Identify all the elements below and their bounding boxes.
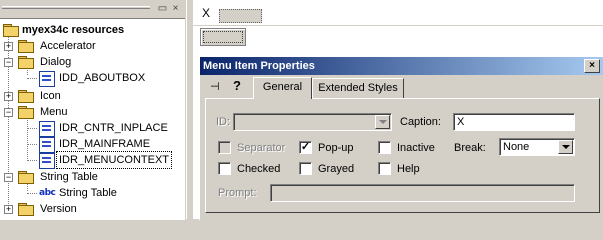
tree-item-version[interactable]: + Version xyxy=(0,201,185,217)
menu-item-properties-dialog: Menu Item Properties × ⊣ ? General Exten… xyxy=(199,56,603,220)
checked-checkbox[interactable] xyxy=(218,162,231,175)
prompt-input xyxy=(270,184,575,202)
break-label: Break: xyxy=(454,142,486,154)
tree-item-label: IDD_ABOUTBOX xyxy=(59,72,146,84)
tab-extended-styles[interactable]: Extended Styles xyxy=(312,78,404,98)
caption-value: X xyxy=(457,116,465,128)
tree-item-string-table-folder[interactable]: − String Table xyxy=(0,169,185,185)
tree-item-accelerator[interactable]: + Accelerator xyxy=(0,38,185,54)
caption-label: Caption: xyxy=(400,116,441,128)
general-tab-panel: ID: Caption: X Separator ✓ Pop-up Inacti… xyxy=(205,98,600,213)
dialog-resource-icon xyxy=(39,71,55,87)
tree-item-idr-menucontext[interactable]: IDR_MENUCONTEXT xyxy=(0,151,185,169)
break-value: None xyxy=(503,141,530,153)
tree-item-label: IDR_MENUCONTEXT xyxy=(55,151,173,169)
tree-item-idd-aboutbox[interactable]: IDD_ABOUTBOX xyxy=(0,70,185,87)
chevron-down-icon xyxy=(375,115,390,129)
chevron-down-icon[interactable] xyxy=(558,140,573,154)
checked-label: Checked xyxy=(237,163,281,175)
folder-open-icon xyxy=(18,106,34,119)
tree-item-dialog[interactable]: − Dialog xyxy=(0,54,185,70)
help-checkbox[interactable] xyxy=(378,162,391,175)
folder-icon xyxy=(18,203,34,216)
new-submenu-item-placeholder[interactable] xyxy=(200,28,246,46)
restore-pane-button[interactable]: ▭ xyxy=(156,3,169,16)
menu-resource-icon xyxy=(39,153,55,169)
separator-label: Separator xyxy=(237,142,286,154)
tree-connector xyxy=(27,144,37,145)
tree-item-idr-cntr-inplace[interactable]: IDR_CNTR_INPLACE xyxy=(0,120,185,137)
new-menu-item-placeholder[interactable] xyxy=(219,9,262,23)
expand-icon[interactable]: + xyxy=(4,42,13,51)
separator-checkbox xyxy=(218,141,231,154)
resource-tree[interactable]: myex34c resources + Accelerator − Dialog… xyxy=(0,18,185,220)
folder-open-icon xyxy=(3,24,19,37)
menu-resource-icon xyxy=(39,121,55,137)
dialog-title-bar[interactable]: Menu Item Properties × xyxy=(200,57,603,75)
popup-checkbox[interactable]: ✓ xyxy=(299,141,312,154)
tree-item-label: String Table xyxy=(59,187,117,199)
tree-item-menu[interactable]: − Menu xyxy=(0,104,185,120)
tree-item-label: IDR_MAINFRAME xyxy=(59,138,151,150)
inactive-checkbox[interactable] xyxy=(378,141,391,154)
menu-top-item[interactable]: X xyxy=(200,4,212,22)
collapse-icon[interactable]: − xyxy=(4,173,13,182)
popup-label: Pop-up xyxy=(318,142,354,154)
collapse-icon[interactable]: − xyxy=(4,58,13,67)
menu-resource-icon xyxy=(39,137,55,153)
tree-item-string-table[interactable]: abc String Table xyxy=(0,185,185,201)
folder-icon xyxy=(18,40,34,53)
tree-item-label: IDR_CNTR_INPLACE xyxy=(59,122,168,134)
string-table-icon: abc xyxy=(39,188,56,198)
tree-item-idr-mainframe[interactable]: IDR_MAINFRAME xyxy=(0,136,185,153)
tree-item-label: Version xyxy=(40,203,77,215)
folder-open-icon xyxy=(18,56,34,69)
close-pane-button[interactable]: × xyxy=(169,3,182,16)
break-select[interactable]: None xyxy=(499,138,575,156)
tree-item-label: Icon xyxy=(40,90,61,102)
tab-general[interactable]: General xyxy=(253,77,312,99)
expand-icon[interactable]: + xyxy=(4,205,13,214)
folder-icon xyxy=(18,90,34,103)
folder-open-icon xyxy=(18,171,34,184)
menu-bar-preview: X xyxy=(193,0,603,25)
tree-item-label: String Table xyxy=(40,171,98,183)
tree-connector xyxy=(27,193,37,194)
tree-item-icon[interactable]: + Icon xyxy=(0,88,185,104)
tree-root-label: myex34c resources xyxy=(22,24,125,36)
prompt-label: Prompt: xyxy=(218,187,257,199)
tree-item-label: Menu xyxy=(40,106,68,118)
inactive-label: Inactive xyxy=(397,142,435,154)
expand-icon[interactable]: + xyxy=(4,92,13,101)
tree-item-label: Accelerator xyxy=(40,40,96,52)
pane-splitter[interactable] xyxy=(186,0,193,219)
gripper[interactable] xyxy=(2,6,150,9)
tree-connector xyxy=(27,160,37,161)
pane-toolbar: ▭ × xyxy=(0,0,192,18)
tree-connector xyxy=(27,78,37,79)
dialog-title: Menu Item Properties xyxy=(203,60,315,72)
help-label: Help xyxy=(397,163,420,175)
tree-item-label: Dialog xyxy=(40,56,72,68)
tree-root[interactable]: myex34c resources xyxy=(0,22,185,38)
resource-view-pane: ▭ × myex34c resources + Accelerator − Di… xyxy=(0,0,193,220)
id-label: ID: xyxy=(216,116,231,128)
id-combo xyxy=(233,113,392,131)
grayed-label: Grayed xyxy=(318,163,355,175)
grayed-checkbox[interactable] xyxy=(299,162,312,175)
pushpin-icon[interactable]: ⊣ xyxy=(210,80,224,94)
collapse-icon[interactable]: − xyxy=(4,108,13,117)
tree-connector xyxy=(27,128,37,129)
caption-input[interactable]: X xyxy=(453,113,575,131)
close-button[interactable]: × xyxy=(584,59,600,73)
menu-bar-separator xyxy=(193,25,603,26)
help-icon[interactable]: ? xyxy=(233,79,245,93)
